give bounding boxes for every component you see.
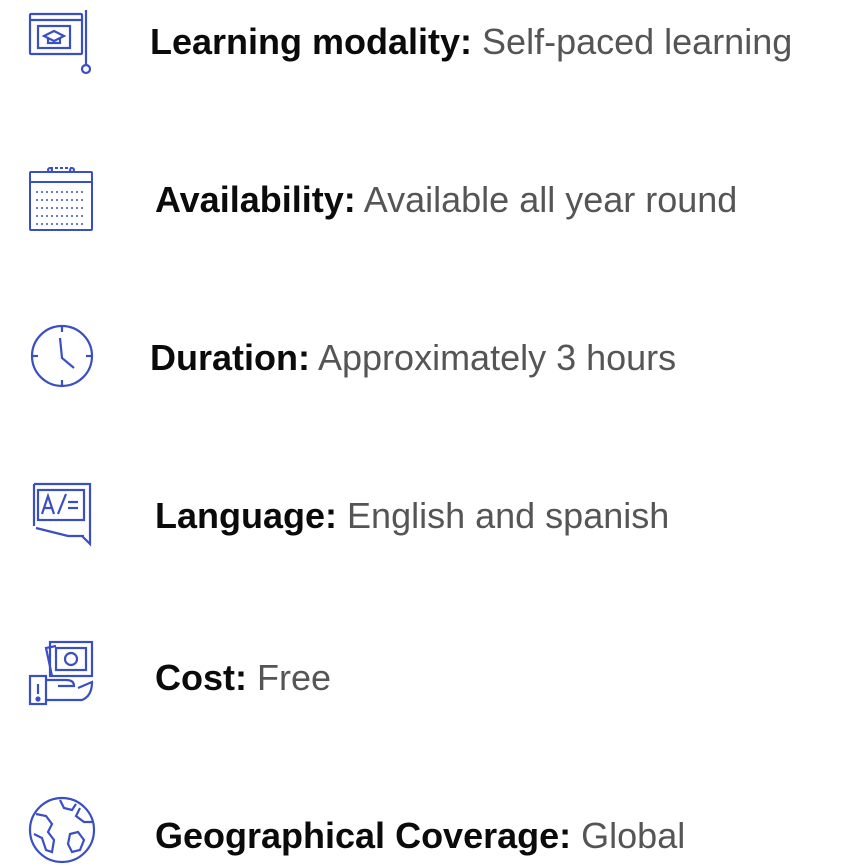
info-item-geographical-coverage: Geographical Coverage: Global <box>0 784 853 864</box>
globe-icon <box>26 794 98 866</box>
info-value: Self-paced learning <box>482 21 793 62</box>
info-text: Cost: Free <box>155 656 331 700</box>
info-value: English and spanish <box>347 495 670 536</box>
info-text: Learning modality: Self-paced learning <box>150 20 792 64</box>
info-text: Language: English and spanish <box>155 494 669 538</box>
info-label: Geographical Coverage: <box>155 815 572 856</box>
info-item-availability: Availability: Available all year round <box>0 158 853 238</box>
info-item-duration: Duration: Approximately 3 hours <box>0 316 853 396</box>
money-hand-icon <box>26 636 98 708</box>
info-label: Availability: <box>155 179 356 220</box>
translation-icon <box>28 480 100 552</box>
info-text: Duration: Approximately 3 hours <box>150 336 676 380</box>
calendar-icon <box>26 162 98 234</box>
info-value: Approximately 3 hours <box>318 337 677 378</box>
info-value: Free <box>257 657 332 698</box>
info-item-learning-modality: Learning modality: Self-paced learning <box>0 0 853 80</box>
info-item-language: Language: English and spanish <box>0 474 853 554</box>
info-item-cost: Cost: Free <box>0 636 853 716</box>
certificate-screen-icon <box>26 6 98 78</box>
info-value: Global <box>581 815 686 856</box>
info-label: Duration: <box>150 337 310 378</box>
info-label: Cost: <box>155 657 247 698</box>
info-text: Availability: Available all year round <box>155 178 737 222</box>
info-label: Learning modality: <box>150 21 473 62</box>
info-text: Geographical Coverage: Global <box>155 814 685 858</box>
info-value: Available all year round <box>363 179 738 220</box>
clock-icon <box>26 320 98 392</box>
info-label: Language: <box>155 495 338 536</box>
